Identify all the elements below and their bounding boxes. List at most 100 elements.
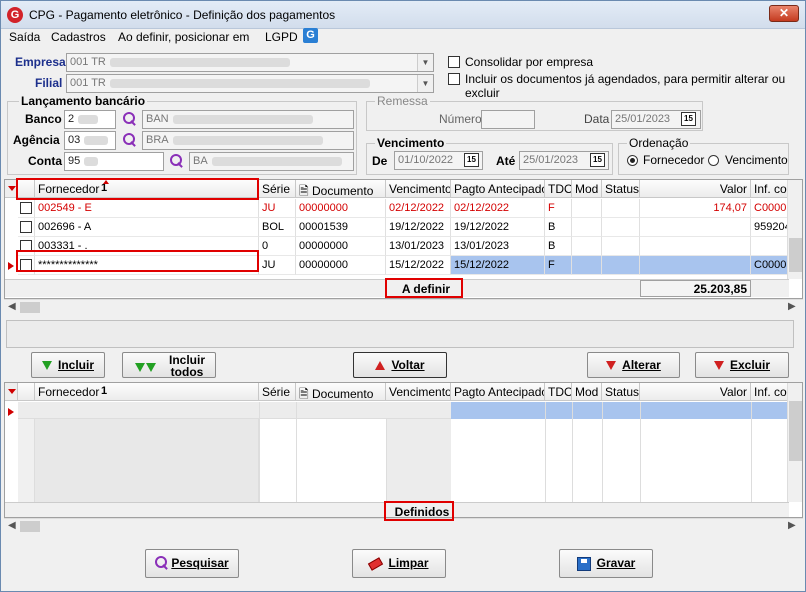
lgpd-icon[interactable]: G xyxy=(303,28,318,43)
column-status[interactable]: Status xyxy=(602,383,640,401)
cell-vencimento: 19/12/2022 xyxy=(386,218,451,237)
cell-documento: 00000000 xyxy=(296,256,386,275)
consolidar-checkbox[interactable] xyxy=(448,56,460,68)
column-serie[interactable]: Série xyxy=(259,180,296,198)
voltar-button[interactable]: Voltar xyxy=(353,352,447,378)
scroll-left-icon[interactable]: ◀ xyxy=(8,520,16,531)
calendar-icon[interactable]: 15 xyxy=(681,112,696,126)
alterar-button[interactable]: Alterar xyxy=(587,352,680,378)
column-valor[interactable]: Valor xyxy=(640,383,751,401)
row-checkbox[interactable] xyxy=(20,202,32,214)
agencia-name-field: BRA xyxy=(142,131,354,150)
search-icon xyxy=(154,555,170,571)
current-row-icon xyxy=(8,408,14,416)
message-bar xyxy=(6,320,794,348)
filial-select[interactable]: 001 TR ▼ xyxy=(66,74,434,93)
main-window: G CPG - Pagamento eletrônico - Definição… xyxy=(0,0,806,592)
scroll-left-icon[interactable]: ◀ xyxy=(8,301,16,312)
ordenacao-vencimento-radio[interactable] xyxy=(708,155,719,166)
column-pagto-antecipado[interactable]: Pagto Antecipado xyxy=(451,383,545,401)
cell-inf xyxy=(751,237,789,256)
scrollbar-thumb[interactable] xyxy=(789,238,802,272)
cell-tdo: B xyxy=(545,237,572,256)
column-status[interactable]: Status xyxy=(602,180,640,198)
vertical-scrollbar[interactable] xyxy=(787,180,802,279)
conta-code-input[interactable]: 95 xyxy=(64,152,164,171)
total-value: 25.203,85 xyxy=(640,280,751,297)
calendar-icon[interactable]: 15 xyxy=(464,153,479,167)
scroll-right-icon[interactable]: ▶ xyxy=(788,520,796,531)
column-fornecedor[interactable]: Fornecedor 1 xyxy=(35,383,259,401)
ordenacao-fornecedor-radio[interactable] xyxy=(627,155,638,166)
close-button[interactable]: ✕ xyxy=(769,5,799,22)
column-vencimento[interactable]: Vencimento xyxy=(386,383,451,401)
document-icon: 🗎 xyxy=(299,184,309,198)
cell-valor xyxy=(640,237,751,256)
filial-label: Filial xyxy=(35,76,63,90)
empresa-select[interactable]: 001 TR ▼ xyxy=(66,53,434,72)
scrollbar-thumb[interactable] xyxy=(20,302,40,313)
banco-code-input[interactable]: 2 xyxy=(64,110,116,129)
lancamento-title: Lançamento bancário xyxy=(19,94,148,108)
column-tdo[interactable]: TDO xyxy=(545,383,572,401)
column-valor[interactable]: Valor xyxy=(640,180,751,198)
table-row[interactable]: 002696 - A BOL 00001539 19/12/2022 19/12… xyxy=(5,218,789,237)
conta-search-icon[interactable] xyxy=(169,153,185,169)
agencia-code-input[interactable]: 03 xyxy=(64,131,116,150)
cell-pagto: 19/12/2022 xyxy=(451,218,545,237)
conta-name-field: BA xyxy=(189,152,354,171)
column-inf-cor[interactable]: Inf. cor xyxy=(751,383,789,401)
menu-cadastros[interactable]: Cadastros xyxy=(51,30,106,44)
pesquisar-button[interactable]: Pesquisar xyxy=(145,549,239,578)
cell-pagto: 13/01/2023 xyxy=(451,237,545,256)
scrollbar-thumb[interactable] xyxy=(20,521,40,532)
column-documento[interactable]: 🗎 Documento xyxy=(296,383,386,401)
cell-tdo: B xyxy=(545,218,572,237)
column-inf-cor[interactable]: Inf. cor xyxy=(751,180,789,198)
cell-mod xyxy=(572,199,602,218)
column-tdo[interactable]: TDO xyxy=(545,180,572,198)
app-logo-icon: G xyxy=(7,7,23,23)
incluir-button[interactable]: Incluir xyxy=(31,352,105,378)
sort-down-icon xyxy=(8,186,16,191)
cell-valor: 174,07 xyxy=(640,199,751,218)
column-documento[interactable]: 🗎 Documento xyxy=(296,180,386,198)
vertical-scrollbar[interactable] xyxy=(787,383,802,502)
agencia-search-icon[interactable] xyxy=(122,132,138,148)
grid-definidos[interactable]: Fornecedor 1 Série 🗎 Documento Vencimento… xyxy=(4,382,803,518)
row-checkbox[interactable] xyxy=(20,221,32,233)
column-mod[interactable]: Mod xyxy=(572,383,602,401)
chevron-down-icon[interactable]: ▼ xyxy=(417,54,433,71)
excluir-button[interactable]: Excluir xyxy=(695,352,789,378)
cell-mod xyxy=(572,237,602,256)
incluir-todos-button[interactable]: Incluir todos xyxy=(122,352,216,378)
title-bar: G CPG - Pagamento eletrônico - Definição… xyxy=(1,1,805,29)
menu-ao-definir[interactable]: Ao definir, posicionar em xyxy=(118,30,249,44)
numero-input[interactable] xyxy=(481,110,535,129)
scroll-right-icon[interactable]: ▶ xyxy=(788,301,796,312)
agencia-label: Agência xyxy=(13,133,60,147)
consolidar-label: Consolidar por empresa xyxy=(465,55,594,69)
arrow-up-icon xyxy=(375,361,386,371)
cell-valor xyxy=(640,256,751,275)
menu-saida[interactable]: Saída xyxy=(9,30,40,44)
calendar-icon[interactable]: 15 xyxy=(590,153,605,167)
arrow-down-icon xyxy=(713,361,724,371)
column-vencimento[interactable]: Vencimento xyxy=(386,180,451,198)
horizontal-scrollbar[interactable]: ◀ ▶ xyxy=(4,299,803,315)
scrollbar-thumb[interactable] xyxy=(789,401,802,461)
cell-serie: 0 xyxy=(259,237,296,256)
gravar-button[interactable]: Gravar xyxy=(559,549,653,578)
incluir-agendados-label: Incluir os documentos já agendados, para… xyxy=(465,72,786,100)
column-pagto-antecipado[interactable]: Pagto Antecipado xyxy=(451,180,545,198)
limpar-button[interactable]: Limpar xyxy=(352,549,446,578)
cell-pagto: 15/12/2022 xyxy=(451,256,545,275)
table-row[interactable]: 002549 - E JU 00000000 02/12/2022 02/12/… xyxy=(5,199,789,218)
incluir-agendados-checkbox[interactable] xyxy=(448,73,460,85)
column-mod[interactable]: Mod xyxy=(572,180,602,198)
cell-status xyxy=(602,256,640,275)
column-serie[interactable]: Série xyxy=(259,383,296,401)
banco-search-icon[interactable] xyxy=(122,111,138,127)
chevron-down-icon[interactable]: ▼ xyxy=(417,75,433,92)
menu-lgpd[interactable]: LGPD xyxy=(265,30,298,44)
